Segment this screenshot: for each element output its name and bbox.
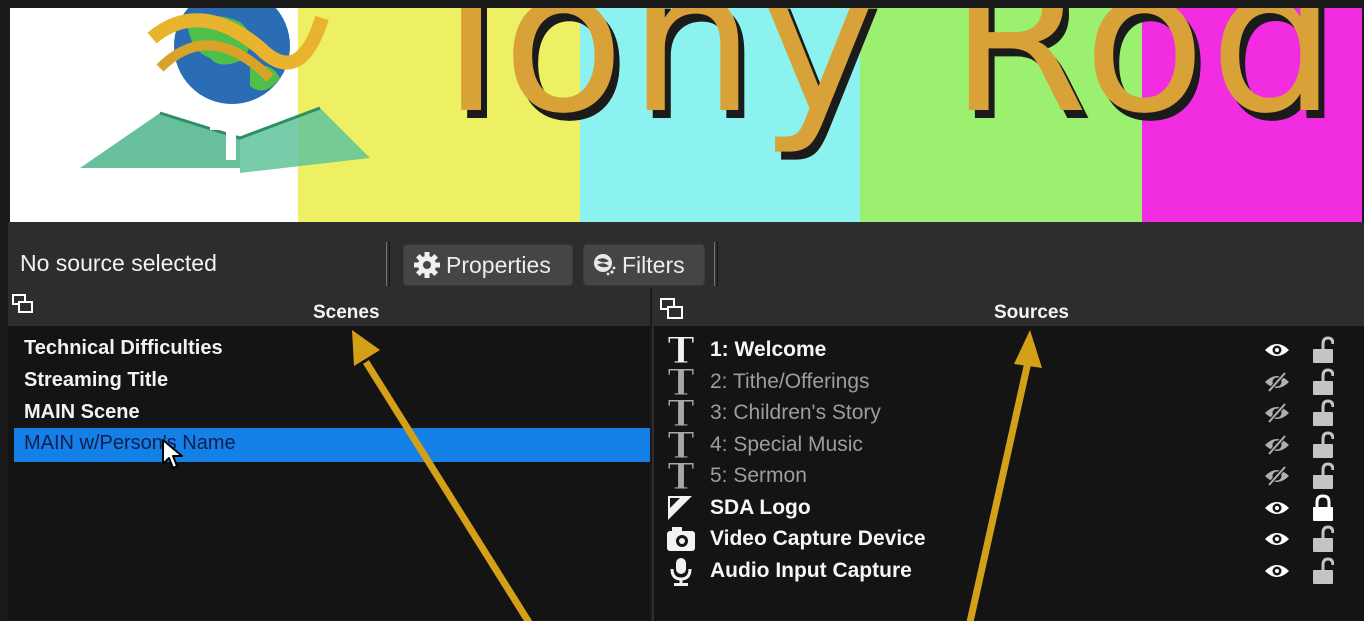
- camera-icon: [667, 527, 695, 551]
- scene-item[interactable]: Technical Difficulties: [14, 332, 650, 364]
- source-item-label: 3: Children's Story: [710, 401, 881, 424]
- lock-closed-icon[interactable]: [1312, 493, 1334, 522]
- eye-hidden-icon[interactable]: [1264, 371, 1290, 392]
- scene-item[interactable]: Streaming Title: [14, 364, 650, 396]
- source-item-label: SDA Logo: [710, 495, 811, 519]
- source-item-label: 4: Special Music: [710, 432, 863, 456]
- scene-list: Technical Difficulties Streaming Title M…: [14, 332, 650, 462]
- source-item-label: 1: Welcome: [710, 338, 827, 361]
- svg-text:T: T: [668, 460, 695, 492]
- source-status-label: No source selected: [20, 250, 217, 276]
- source-list: T 1: Welcome T 2: Tithe/Offerings T 3: Childr…: [654, 334, 1364, 586]
- text-icon: T: [667, 366, 695, 398]
- text-icon: T: [667, 397, 695, 429]
- eye-hidden-icon[interactable]: [1264, 403, 1290, 423]
- scenes-dock: Scenes Technical Difficulties Streaming …: [8, 288, 650, 621]
- toolbar-separator: [386, 242, 390, 286]
- toolbar-separator: [714, 242, 718, 286]
- sources-title: Sources: [994, 302, 1069, 323]
- lock-open-icon[interactable]: [1312, 336, 1334, 364]
- scenes-title: Scenes: [313, 302, 380, 323]
- source-item[interactable]: Audio Input Capture: [654, 555, 1364, 587]
- source-toolbar: No source selected Properties Filters: [8, 222, 1364, 288]
- source-item-label: Video Capture Device: [710, 527, 926, 550]
- eye-hidden-icon[interactable]: [1264, 434, 1290, 455]
- eye-icon[interactable]: [1264, 498, 1290, 518]
- source-item-label: 5: Sermon: [710, 464, 807, 487]
- svg-text:T: T: [668, 366, 695, 398]
- properties-button[interactable]: Properties: [403, 244, 573, 286]
- eye-icon[interactable]: [1264, 561, 1290, 581]
- eye-hidden-icon[interactable]: [1264, 466, 1290, 486]
- source-item-label: Audio Input Capture: [710, 558, 912, 582]
- svg-text:T: T: [668, 429, 695, 461]
- program-preview: Tony Rod: [10, 8, 1362, 222]
- eye-icon[interactable]: [1264, 529, 1290, 549]
- gear-icon: [414, 252, 440, 278]
- lock-open-icon[interactable]: [1312, 525, 1334, 553]
- image-icon: [668, 495, 692, 520]
- source-item-label: 2: Tithe/Offerings: [710, 369, 870, 393]
- sources-dock: Sources T 1: Welcome T 2: Tithe/Offerings T 3…: [652, 288, 1364, 621]
- text-icon: T: [667, 429, 695, 461]
- lock-open-icon[interactable]: [1312, 430, 1334, 459]
- eye-icon[interactable]: [1264, 340, 1290, 360]
- scene-item[interactable]: MAIN Scene: [14, 396, 650, 428]
- scene-item-selected[interactable]: MAIN w/Person's Name: [14, 428, 650, 462]
- scenes-dock-header: Scenes: [8, 288, 650, 326]
- source-item[interactable]: T 4: Special Music: [654, 429, 1364, 461]
- preview-title-text: Tony Rod: [410, 8, 1341, 158]
- undock-icon[interactable]: [660, 298, 684, 320]
- filters-button[interactable]: Filters: [583, 244, 705, 286]
- undock-icon[interactable]: [12, 294, 34, 314]
- source-item[interactable]: Video Capture Device: [654, 523, 1364, 555]
- microphone-icon: [670, 557, 692, 586]
- filters-label: Filters: [622, 251, 685, 278]
- lock-open-icon[interactable]: [1312, 399, 1334, 427]
- text-icon: T: [667, 334, 695, 366]
- source-item[interactable]: T 2: Tithe/Offerings: [654, 366, 1364, 398]
- lock-open-icon[interactable]: [1312, 556, 1334, 585]
- sda-logo-icon: [80, 8, 370, 173]
- svg-text:T: T: [668, 397, 695, 429]
- properties-label: Properties: [446, 251, 551, 278]
- source-item[interactable]: T 3: Children's Story: [654, 397, 1364, 429]
- sources-dock-header: Sources: [654, 288, 1364, 326]
- filters-icon: [594, 254, 616, 276]
- mouse-pointer-icon: [162, 439, 183, 469]
- svg-text:T: T: [668, 334, 695, 366]
- source-item[interactable]: T 5: Sermon: [654, 460, 1364, 492]
- source-item[interactable]: SDA Logo: [654, 492, 1364, 524]
- text-icon: T: [667, 460, 695, 492]
- lock-open-icon[interactable]: [1312, 367, 1334, 396]
- lock-open-icon[interactable]: [1312, 462, 1334, 490]
- source-item[interactable]: T 1: Welcome: [654, 334, 1364, 366]
